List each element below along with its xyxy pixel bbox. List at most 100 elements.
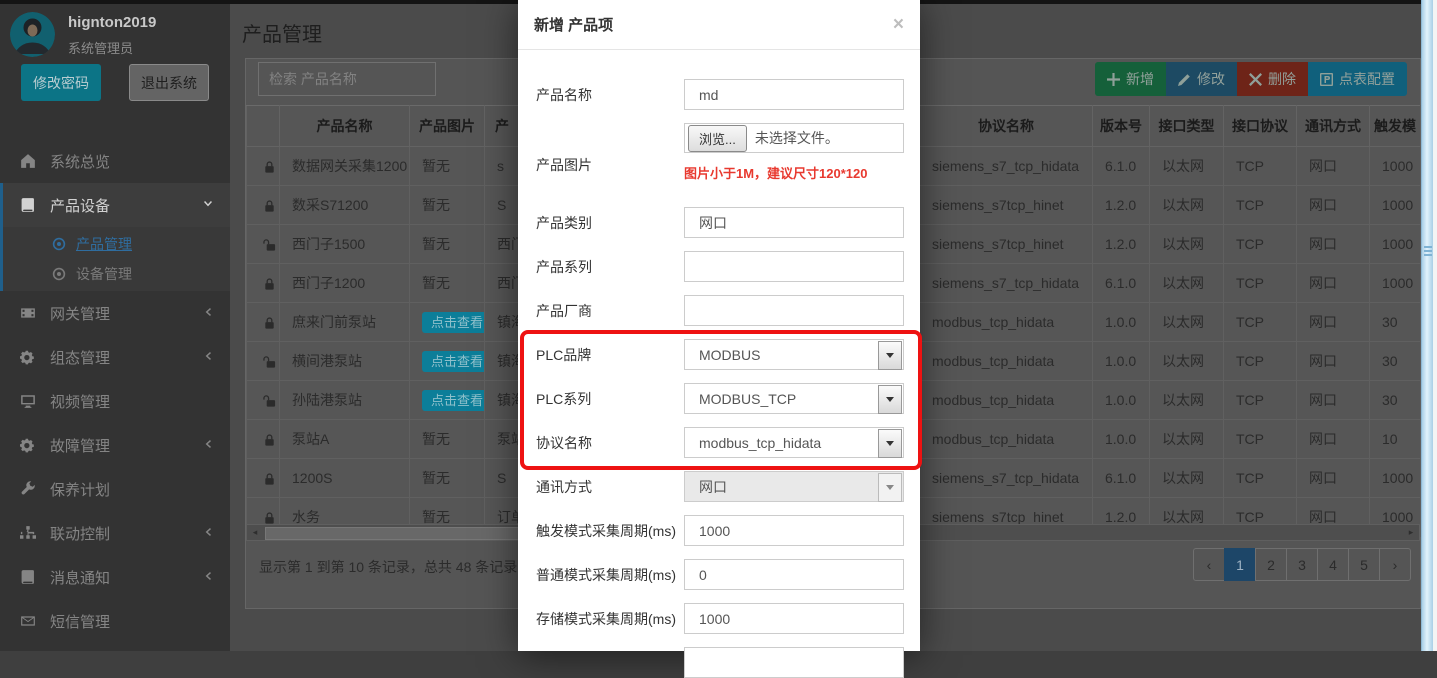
trigger-cycle-field[interactable] bbox=[684, 515, 904, 546]
x-icon bbox=[1249, 73, 1262, 86]
user-role: 系统管理员 bbox=[68, 38, 133, 57]
interface-type-cell: 以太网 bbox=[1162, 197, 1204, 213]
product-category-field[interactable] bbox=[684, 207, 904, 238]
change-password-button[interactable]: 修改密码 bbox=[21, 64, 101, 101]
plc-series-label: PLC系列 bbox=[536, 389, 684, 409]
protocol-name-cell: modbus_tcp_hidata bbox=[932, 431, 1054, 447]
trigger-mode-cell: 10 bbox=[1382, 431, 1398, 447]
sidebar-item-configuration-management[interactable]: 组态管理 bbox=[0, 335, 230, 379]
delete-button[interactable]: 删除 bbox=[1237, 62, 1308, 96]
sidebar-item-device-management[interactable]: 设备管理 bbox=[3, 259, 230, 289]
plc-series-select[interactable]: MODBUS_TCP bbox=[684, 383, 904, 414]
product-col3-cell: s bbox=[497, 158, 504, 174]
lock-icon bbox=[263, 431, 276, 447]
product-category-label: 产品类别 bbox=[536, 213, 684, 233]
sidebar-item-video-management[interactable]: 视频管理 bbox=[0, 379, 230, 423]
home-icon bbox=[20, 153, 36, 169]
pagination-next[interactable]: › bbox=[1379, 548, 1411, 581]
scrollbar-grip-icon[interactable] bbox=[1424, 246, 1432, 258]
interface-type-cell: 以太网 bbox=[1162, 392, 1204, 408]
header-protocol-name: 协议名称 bbox=[920, 106, 1093, 147]
version-cell: 6.1.0 bbox=[1105, 158, 1136, 174]
trigger-mode-cell: 30 bbox=[1382, 392, 1398, 408]
interface-type-cell: 以太网 bbox=[1162, 470, 1204, 486]
product-name-cell: 西门子1200 bbox=[292, 275, 365, 291]
comm-mode-cell: 网口 bbox=[1309, 197, 1337, 213]
search-input[interactable] bbox=[258, 62, 436, 96]
product-name-cell: 孙陆港泵站 bbox=[292, 392, 362, 408]
interface-type-cell: 以太网 bbox=[1162, 158, 1204, 174]
product-name-cell: 数采S71200 bbox=[292, 197, 368, 213]
product-image-cell[interactable]: 点击查看 bbox=[422, 312, 485, 333]
plc-brand-select[interactable]: MODBUS bbox=[684, 339, 904, 370]
product-series-field[interactable] bbox=[684, 251, 904, 282]
dropdown-arrow-icon[interactable] bbox=[878, 429, 902, 458]
version-cell: 6.1.0 bbox=[1105, 275, 1136, 291]
product-image-file-field[interactable]: 浏览... 未选择文件。 bbox=[684, 123, 904, 153]
header-version: 版本号 bbox=[1093, 106, 1150, 147]
pagination-page[interactable]: 1 bbox=[1224, 548, 1256, 581]
trigger-mode-cell: 30 bbox=[1382, 314, 1398, 330]
trigger-mode-cell: 1000 bbox=[1382, 470, 1413, 486]
interface-protocol-cell: TCP bbox=[1236, 431, 1264, 447]
sidebar-item-product-management[interactable]: 产品管理 bbox=[3, 229, 230, 259]
product-series-label: 产品系列 bbox=[536, 257, 684, 277]
sidebar-submenu-product-device: 产品管理 设备管理 bbox=[0, 227, 230, 291]
film-icon bbox=[20, 305, 36, 321]
interface-protocol-cell: TCP bbox=[1236, 275, 1264, 291]
product-image-cell[interactable]: 点击查看 bbox=[422, 390, 485, 411]
pagination-page[interactable]: 3 bbox=[1286, 548, 1318, 581]
sidebar-item-gateway-management[interactable]: 网关管理 bbox=[0, 291, 230, 335]
point-table-config-button[interactable]: 点表配置 bbox=[1308, 62, 1407, 96]
browse-button[interactable]: 浏览... bbox=[688, 125, 747, 152]
comm-mode-cell: 网口 bbox=[1309, 275, 1337, 291]
normal-cycle-label: 普通模式采集周期(ms) bbox=[536, 565, 684, 585]
pagination-page[interactable]: 2 bbox=[1255, 548, 1287, 581]
scroll-right-arrow-icon[interactable]: ▸ bbox=[1404, 526, 1418, 539]
pagination-prev[interactable]: ‹ bbox=[1193, 548, 1225, 581]
sidebar-item-product-device[interactable]: 产品设备 bbox=[0, 183, 230, 227]
modal-title: 新增 产品项 bbox=[534, 14, 613, 35]
image-size-hint: 图片小于1M，建议尺寸120*120 bbox=[684, 163, 904, 182]
dropdown-arrow-icon[interactable] bbox=[878, 385, 902, 414]
storage-cycle-field[interactable] bbox=[684, 603, 904, 634]
product-image-cell[interactable]: 点击查看 bbox=[422, 351, 485, 372]
interface-protocol-cell: TCP bbox=[1236, 353, 1264, 369]
chevron-left-icon bbox=[202, 525, 214, 537]
dropdown-arrow-icon[interactable] bbox=[878, 341, 902, 370]
scroll-left-arrow-icon[interactable]: ◂ bbox=[248, 526, 262, 539]
add-button[interactable]: 新增 bbox=[1095, 62, 1166, 96]
product-image-cell: 暂无 bbox=[422, 275, 450, 291]
sidebar-item-maintenance-plan[interactable]: 保养计划 bbox=[0, 467, 230, 511]
protocol-name-select[interactable]: modbus_tcp_hidata bbox=[684, 427, 904, 458]
pagination-page[interactable]: 5 bbox=[1348, 548, 1380, 581]
version-cell: 1.2.0 bbox=[1105, 236, 1136, 252]
lock-icon bbox=[263, 353, 276, 369]
pagination-page[interactable]: 4 bbox=[1317, 548, 1349, 581]
logout-button[interactable]: 退出系统 bbox=[129, 64, 209, 101]
extra-field[interactable] bbox=[684, 647, 904, 678]
lock-icon bbox=[263, 197, 276, 213]
sidebar-item-sms-management[interactable]: 短信管理 bbox=[0, 599, 230, 643]
chevron-left-icon bbox=[202, 569, 214, 581]
version-cell: 1.0.0 bbox=[1105, 431, 1136, 447]
edit-button[interactable]: 修改 bbox=[1166, 62, 1237, 96]
radio-dot-icon bbox=[52, 237, 66, 251]
comm-mode-cell: 网口 bbox=[1309, 392, 1337, 408]
sidebar-item-linkage-control[interactable]: 联动控制 bbox=[0, 511, 230, 555]
sidebar-item-message-notification[interactable]: 消息通知 bbox=[0, 555, 230, 599]
normal-cycle-field[interactable] bbox=[684, 559, 904, 590]
protocol-name-cell: siemens_s7_tcp_hidata bbox=[932, 158, 1079, 174]
interface-protocol-cell: TCP bbox=[1236, 197, 1264, 213]
sidebar-item-fault-management[interactable]: 故障管理 bbox=[0, 423, 230, 467]
close-icon[interactable]: × bbox=[893, 15, 904, 34]
lock-icon bbox=[263, 470, 276, 486]
product-image-cell: 暂无 bbox=[422, 470, 450, 486]
product-vendor-field[interactable] bbox=[684, 295, 904, 326]
product-name-field[interactable] bbox=[684, 79, 904, 110]
dropdown-arrow-icon bbox=[878, 473, 902, 502]
page-vertical-scrollbar[interactable] bbox=[1421, 0, 1433, 651]
sidebar-item-system-overview[interactable]: 系统总览 bbox=[0, 139, 230, 183]
page-right-edge bbox=[1433, 0, 1437, 651]
add-product-modal: 新增 产品项 × 产品名称 产品图片 浏览... 未选择文件。 图片小于1M，建… bbox=[518, 0, 920, 651]
